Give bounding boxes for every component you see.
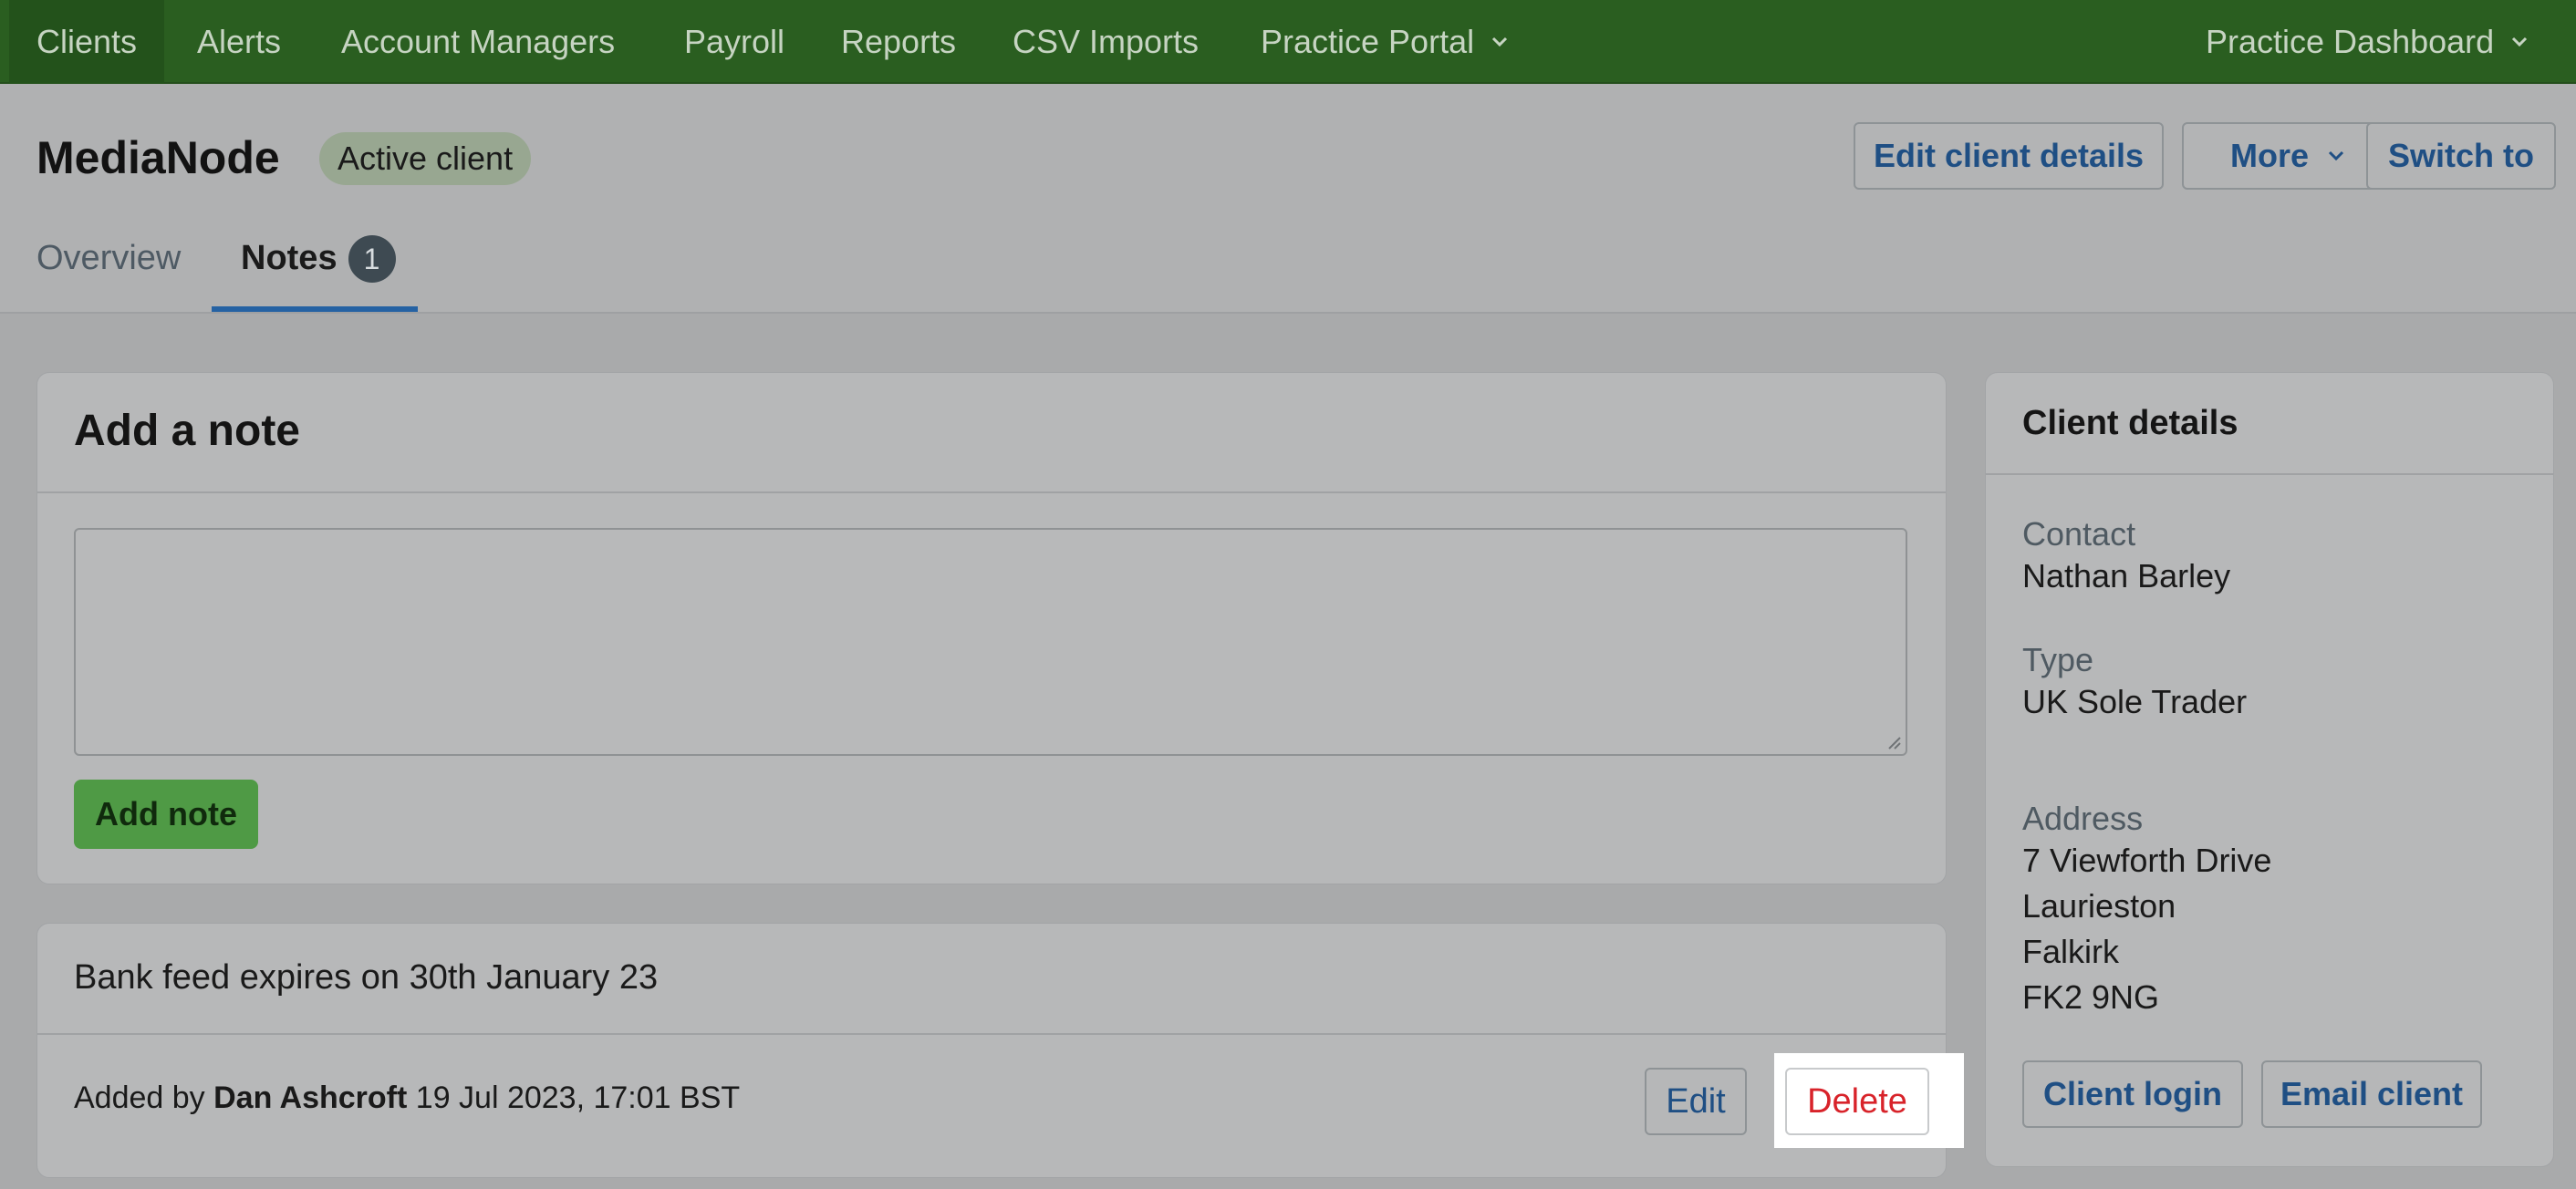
note-text: Bank feed expires on 30th January 23 bbox=[74, 958, 659, 997]
add-note-heading: Add a note bbox=[74, 407, 300, 455]
nav-item-practice-portal[interactable]: Practice Portal bbox=[1261, 0, 1509, 84]
added-by-prefix: Added by bbox=[74, 1080, 205, 1115]
nav-item-account-managers[interactable]: Account Managers bbox=[341, 0, 615, 84]
client-details-heading: Client details bbox=[2022, 404, 2238, 442]
nav-label: Alerts bbox=[197, 23, 282, 60]
type-value: UK Sole Trader bbox=[2022, 683, 2248, 720]
nav-item-payroll[interactable]: Payroll bbox=[684, 0, 784, 84]
status-badge: Active client bbox=[319, 132, 532, 185]
switch-to-button[interactable]: Switch to bbox=[2366, 122, 2556, 190]
top-navigation: Clients Alerts Account Managers Payroll … bbox=[0, 0, 2576, 84]
nav-label: Reports bbox=[841, 23, 957, 60]
more-button[interactable]: More bbox=[2182, 122, 2394, 190]
button-label: Switch to bbox=[2388, 137, 2534, 174]
button-label: Edit bbox=[1666, 1081, 1726, 1121]
nav-label: CSV Imports bbox=[1013, 23, 1200, 60]
address-line: FK2 9NG bbox=[2022, 978, 2160, 1016]
client-details-card: Client details Contact Nathan Barley Typ… bbox=[1985, 372, 2554, 1167]
nav-label: Payroll bbox=[684, 23, 785, 60]
note-timestamp: 19 Jul 2023, 17:01 BST bbox=[415, 1080, 741, 1115]
note-textarea[interactable] bbox=[74, 528, 1907, 756]
page-title: MediaNode bbox=[36, 132, 280, 183]
nav-label: Account Managers bbox=[341, 23, 616, 60]
add-note-card: Add a note Add note bbox=[36, 372, 1947, 884]
divider bbox=[37, 491, 1946, 493]
email-client-button[interactable]: Email client bbox=[2261, 1060, 2482, 1128]
button-label: Edit client details bbox=[1873, 137, 2145, 174]
address-label: Address bbox=[2022, 800, 2144, 837]
delete-highlight: Delete bbox=[1774, 1053, 1964, 1148]
address-line: Falkirk bbox=[2022, 933, 2119, 970]
note-card: Bank feed expires on 30th January 23 Add… bbox=[36, 923, 1964, 1178]
client-login-button[interactable]: Client login bbox=[2022, 1060, 2243, 1128]
add-note-button[interactable]: Add note bbox=[74, 780, 258, 849]
note-meta: Added by Dan Ashcroft 19 Jul 2023, 17:01… bbox=[74, 1080, 740, 1116]
address-line: 7 Viewforth Drive bbox=[2022, 842, 2272, 879]
contact-label: Contact bbox=[2022, 515, 2136, 553]
practice-dashboard-label: Practice Dashboard bbox=[2206, 23, 2495, 60]
edit-note-button[interactable]: Edit bbox=[1645, 1068, 1747, 1135]
type-label: Type bbox=[2022, 641, 2094, 678]
chevron-down-icon bbox=[2327, 147, 2345, 165]
button-label: Delete bbox=[1807, 1081, 1907, 1121]
contact-value: Nathan Barley bbox=[2022, 557, 2231, 594]
nav-item-reports[interactable]: Reports bbox=[841, 0, 956, 84]
tab-label: Notes bbox=[241, 239, 338, 277]
tab-label: Overview bbox=[36, 239, 182, 277]
edit-client-details-button[interactable]: Edit client details bbox=[1854, 122, 2164, 190]
practice-dashboard-menu[interactable]: Practice Dashboard bbox=[2206, 0, 2529, 84]
button-label: More bbox=[2229, 137, 2309, 174]
button-label: Email client bbox=[2280, 1075, 2464, 1112]
nav-item-csv-imports[interactable]: CSV Imports bbox=[1013, 0, 1199, 84]
button-label: Client login bbox=[2043, 1075, 2222, 1112]
tab-notes[interactable]: Notes 1 bbox=[212, 235, 418, 312]
delete-note-button[interactable]: Delete bbox=[1785, 1068, 1929, 1135]
nav-label: Practice Portal bbox=[1261, 23, 1475, 60]
nav-item-clients[interactable]: Clients bbox=[9, 0, 165, 84]
client-header: MediaNode Active client Edit client deta… bbox=[0, 84, 2576, 314]
note-author: Dan Ashcroft bbox=[213, 1080, 408, 1115]
address-line: Laurieston bbox=[2022, 887, 2176, 925]
notes-count-badge: 1 bbox=[348, 235, 396, 283]
chevron-down-icon bbox=[1491, 33, 1509, 51]
button-label: Add note bbox=[95, 795, 237, 832]
divider bbox=[1986, 473, 2553, 475]
nav-item-alerts[interactable]: Alerts bbox=[197, 0, 281, 84]
tab-overview[interactable]: Overview bbox=[36, 239, 181, 305]
chevron-down-icon bbox=[2510, 33, 2529, 51]
resize-handle-icon[interactable] bbox=[1884, 732, 1902, 750]
nav-label: Clients bbox=[36, 23, 138, 60]
divider bbox=[37, 1033, 1946, 1035]
